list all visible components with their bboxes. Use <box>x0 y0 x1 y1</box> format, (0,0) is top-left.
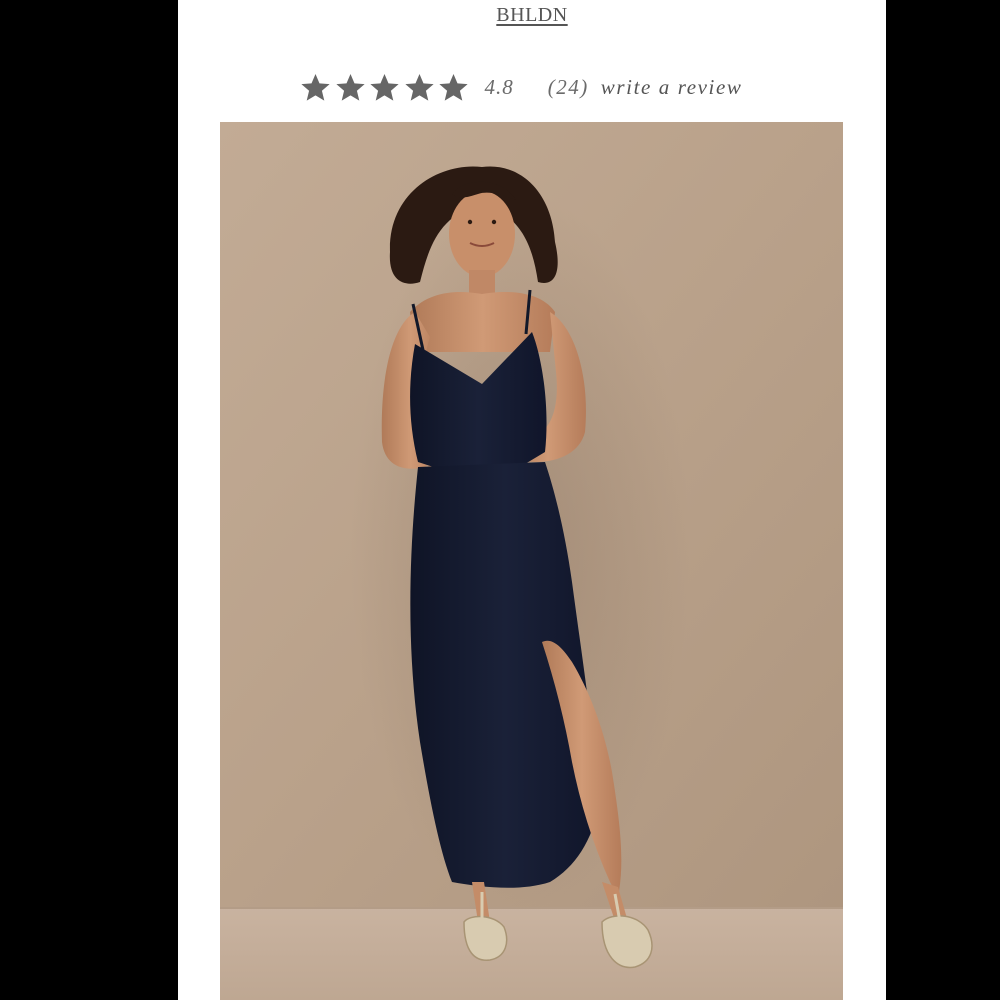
rating-row: 4.8 (24) write a review <box>300 70 743 104</box>
right-letterbox <box>886 0 1000 1000</box>
star-icon <box>369 72 400 103</box>
left-letterbox <box>0 0 178 1000</box>
star-rating[interactable] <box>300 72 473 103</box>
review-count-link[interactable]: (24) <box>548 75 589 100</box>
product-image[interactable] <box>220 122 843 1000</box>
star-icon <box>404 72 435 103</box>
star-icon <box>335 72 366 103</box>
brand-link[interactable]: BHLDN <box>178 4 886 27</box>
star-icon <box>300 72 331 103</box>
product-photo-illustration <box>220 122 843 1000</box>
star-icon <box>438 72 469 103</box>
write-review-link[interactable]: write a review <box>601 75 743 100</box>
rating-value: 4.8 <box>484 74 514 99</box>
product-page: BHLDN 4.8 (24) write a review <box>178 0 886 1000</box>
